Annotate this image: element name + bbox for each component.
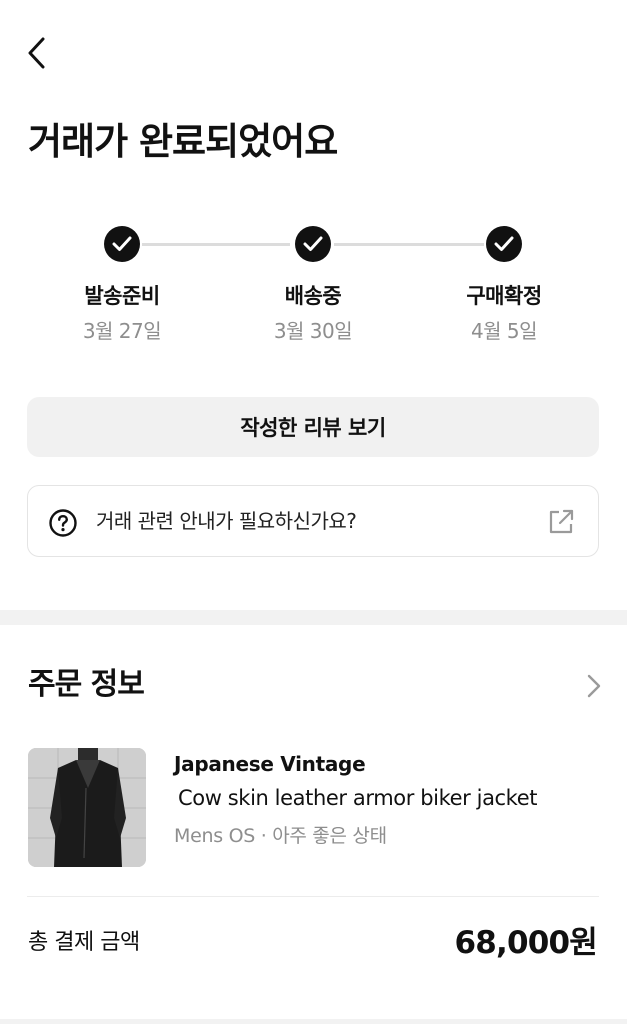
step-date: 4월 5일 [470, 319, 538, 343]
order-info-header[interactable]: 주문 정보 [0, 655, 627, 715]
external-link-icon [549, 509, 574, 534]
chevron-right-icon [587, 674, 601, 698]
step-label: 배송중 [284, 284, 342, 308]
product-item[interactable]: Japanese Vintage Cow skin leather armor … [0, 748, 627, 868]
progress-step-ready: 발송준비 3월 27일 [32, 222, 212, 344]
trade-help-link[interactable]: 거래 관련 안내가 필요하신가요? [27, 485, 599, 557]
step-label: 발송준비 [84, 284, 160, 308]
section-title: 주문 정보 [28, 667, 145, 702]
product-thumbnail [28, 748, 146, 867]
total-label: 총 결제 금액 [28, 930, 140, 955]
chevron-left-icon [28, 37, 45, 69]
product-brand: Japanese Vintage [174, 752, 366, 776]
section-divider [0, 1019, 627, 1024]
section-divider [0, 610, 627, 625]
page-title: 거래가 완료되었어요 [28, 120, 338, 163]
view-review-button[interactable]: 작성한 리뷰 보기 [27, 397, 599, 457]
product-meta: Mens OS · 아주 좋은 상태 [174, 825, 387, 847]
divider [27, 896, 599, 897]
step-date: 3월 30일 [273, 319, 353, 343]
total-value: 68,000원 [454, 925, 597, 961]
progress-step-confirmed: 구매확정 4월 5일 [414, 222, 594, 344]
order-progress: 발송준비 3월 27일 배송중 3월 30일 구매확정 4월 5일 [0, 222, 627, 352]
question-circle-icon [49, 509, 77, 537]
step-label: 구매확정 [466, 284, 542, 308]
check-icon [486, 226, 522, 262]
step-date: 3월 27일 [82, 319, 162, 343]
check-icon [104, 226, 140, 262]
check-icon [295, 226, 331, 262]
help-text: 거래 관련 안내가 필요하신가요? [96, 509, 357, 533]
progress-step-shipping: 배송중 3월 30일 [223, 222, 403, 344]
back-button[interactable] [20, 33, 54, 73]
product-name: Cow skin leather armor biker jacket [178, 786, 538, 810]
order-complete-screen: 거래가 완료되었어요 발송준비 3월 27일 배송중 3월 30일 구매확정 4… [0, 0, 627, 1024]
